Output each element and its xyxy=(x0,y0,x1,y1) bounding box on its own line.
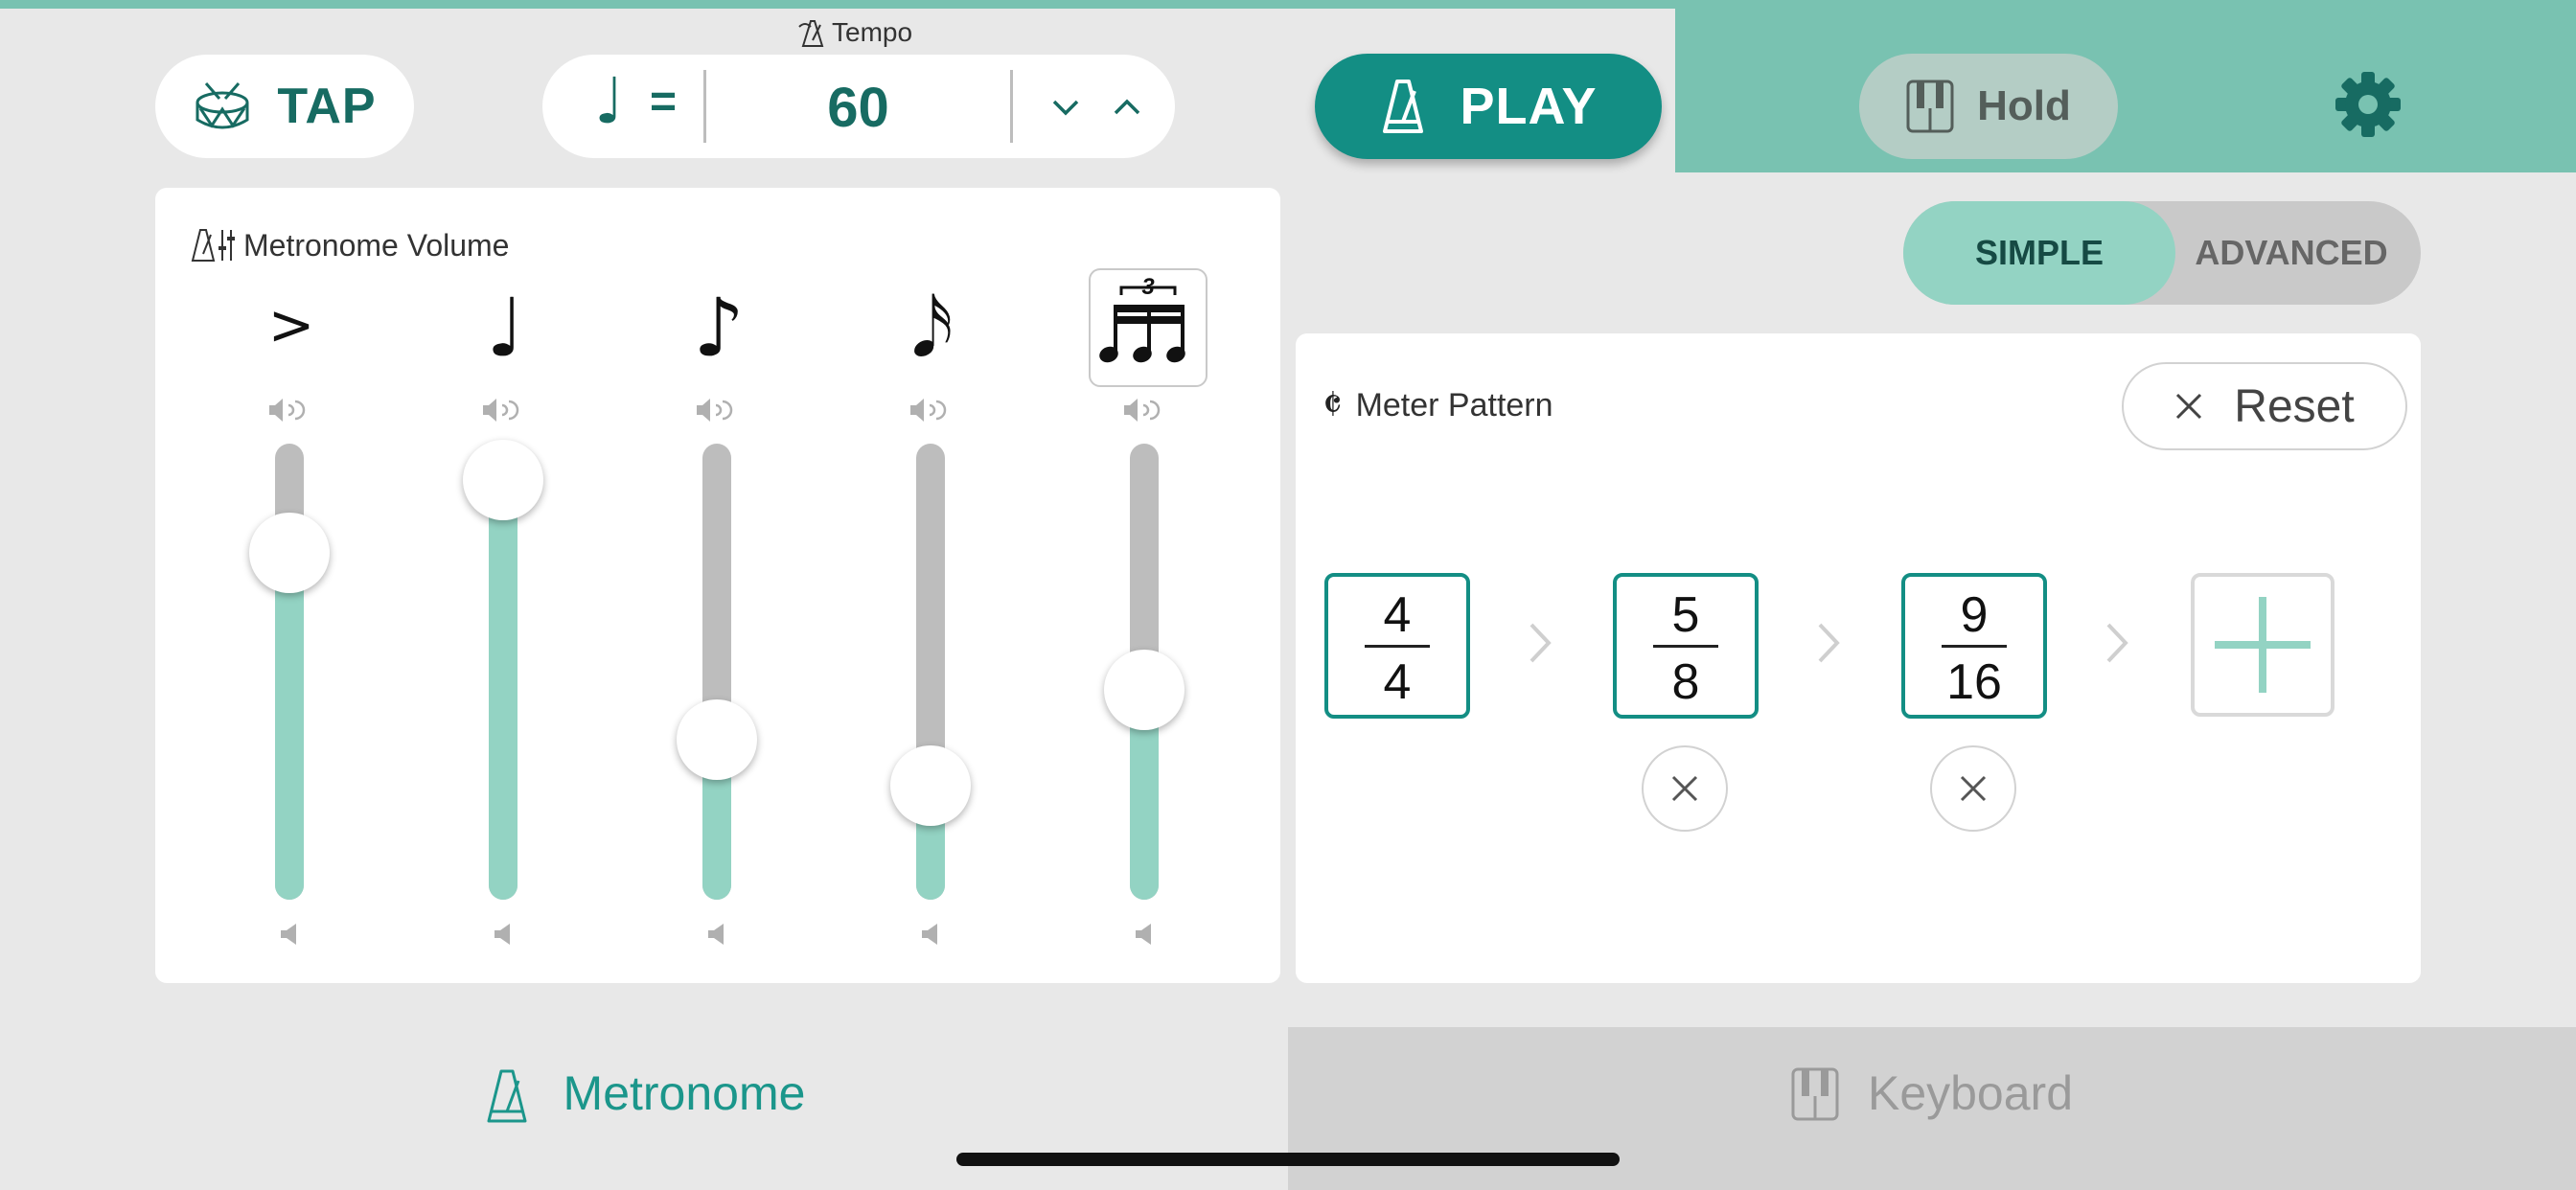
tempo-icon xyxy=(798,20,824,47)
volume-low-icon xyxy=(708,924,724,945)
eighth-note-symbol: ♪ xyxy=(693,281,745,375)
reset-button[interactable]: Reset xyxy=(2122,362,2407,450)
tab-metronome-label: Metronome xyxy=(563,1066,806,1120)
triplet-number: 3 xyxy=(1141,274,1155,300)
volume-low-icon xyxy=(281,924,296,945)
volume-title-label: Metronome Volume xyxy=(243,227,510,263)
reset-label: Reset xyxy=(2234,380,2355,432)
eighth-volume-knob[interactable] xyxy=(677,699,757,781)
cut-time-icon: 𝄵 xyxy=(1322,378,1343,430)
meter-fraction-bar xyxy=(1653,645,1718,648)
chevron-right-icon xyxy=(2106,623,2128,663)
volume-high-icon xyxy=(1124,399,1161,422)
close-icon xyxy=(2176,393,2202,420)
meter-numerator: 4 xyxy=(1383,587,1412,643)
metronome-mixer-icon xyxy=(191,229,235,262)
play-label: PLAY xyxy=(1460,78,1598,135)
add-meter-button[interactable] xyxy=(2191,573,2334,717)
piano-keys-icon xyxy=(1906,80,1954,133)
volume-high-icon xyxy=(269,399,306,422)
plus-icon xyxy=(2215,597,2311,693)
accent-volume-fill xyxy=(275,553,304,900)
accent-symbol: > xyxy=(267,292,315,357)
meter-4-4[interactable]: 4 4 xyxy=(1324,573,1470,719)
metronome-icon xyxy=(1383,80,1424,133)
volume-low-icon xyxy=(1136,924,1151,945)
meter-denominator: 4 xyxy=(1383,654,1412,710)
quarter-volume-knob[interactable] xyxy=(463,440,543,521)
home-indicator xyxy=(956,1153,1620,1166)
tempo-increment-button[interactable] xyxy=(1091,83,1163,131)
mode-advanced-option[interactable]: ADVANCED xyxy=(2162,201,2421,305)
volume-title: Metronome Volume xyxy=(190,224,509,266)
volume-high-icon xyxy=(483,399,519,422)
quarter-note-symbol: ♩ xyxy=(594,64,625,138)
accent-volume-knob[interactable] xyxy=(249,513,330,594)
volume-low-icon xyxy=(494,924,510,945)
remove-meter-9-16-button[interactable] xyxy=(1930,745,2016,832)
piano-keys-icon xyxy=(1791,1067,1839,1121)
play-button[interactable]: PLAY xyxy=(1315,54,1662,159)
triplet-notes-icon: 3 xyxy=(1099,274,1185,363)
quarter-note-symbol: ♩ xyxy=(486,281,524,375)
hold-button[interactable]: Hold xyxy=(1859,54,2118,159)
tempo-caption-label: Tempo xyxy=(832,17,913,47)
remove-meter-5-8-button[interactable] xyxy=(1642,745,1728,832)
chevron-right-icon xyxy=(1530,623,1552,663)
tempo-caption: Tempo xyxy=(797,15,912,50)
meter-denominator: 8 xyxy=(1671,654,1700,710)
mode-simple-option[interactable]: SIMPLE xyxy=(1903,201,2175,305)
sixteenth-volume-knob[interactable] xyxy=(890,745,971,826)
meter-9-16[interactable]: 9 16 xyxy=(1901,573,2047,719)
equals-sign: = xyxy=(650,77,678,127)
volume-low-icon xyxy=(922,924,937,945)
meter-title: 𝄵 Meter Pattern xyxy=(1322,378,1553,430)
meter-fraction-bar xyxy=(1942,645,2007,648)
tempo-control: ♩ = 60 xyxy=(542,55,1175,158)
chevron-down-icon xyxy=(1052,100,1079,116)
meter-numerator: 9 xyxy=(1960,587,1989,643)
tap-label: TAP xyxy=(277,79,377,134)
tab-keyboard-label: Keyboard xyxy=(1867,1066,2074,1120)
meter-numerator: 5 xyxy=(1671,587,1700,643)
metronome-icon xyxy=(487,1069,527,1123)
sixteenth-note-symbol: 𝅘𝅥𝅯 xyxy=(911,281,954,375)
bpm-value[interactable]: 60 xyxy=(706,76,1010,140)
volume-high-icon xyxy=(910,399,947,422)
triplet-volume-knob[interactable] xyxy=(1104,650,1184,731)
meter-5-8[interactable]: 5 8 xyxy=(1613,573,1759,719)
close-icon xyxy=(1671,775,1698,802)
quarter-volume-fill xyxy=(489,480,518,900)
meter-fraction-bar xyxy=(1365,645,1430,648)
sixteenth-volume-slider[interactable] xyxy=(916,444,945,900)
meter-denominator: 16 xyxy=(1946,654,2002,710)
close-icon xyxy=(1960,775,1987,802)
divider xyxy=(1010,70,1013,143)
volume-high-icon xyxy=(697,399,733,422)
triplet-symbol[interactable]: 3 xyxy=(1089,268,1208,387)
drum-icon xyxy=(196,82,249,129)
meter-title-label: Meter Pattern xyxy=(1355,386,1553,423)
chevron-up-icon xyxy=(1114,99,1140,115)
eighth-volume-slider[interactable] xyxy=(702,444,731,900)
hold-label: Hold xyxy=(1977,82,2071,129)
gear-icon[interactable] xyxy=(2334,71,2402,138)
hold-panel xyxy=(1675,0,2576,172)
tap-button[interactable]: TAP xyxy=(155,55,414,158)
mode-segmented-control: ADVANCED SIMPLE xyxy=(1903,201,2421,305)
chevron-right-icon xyxy=(1818,623,1840,663)
